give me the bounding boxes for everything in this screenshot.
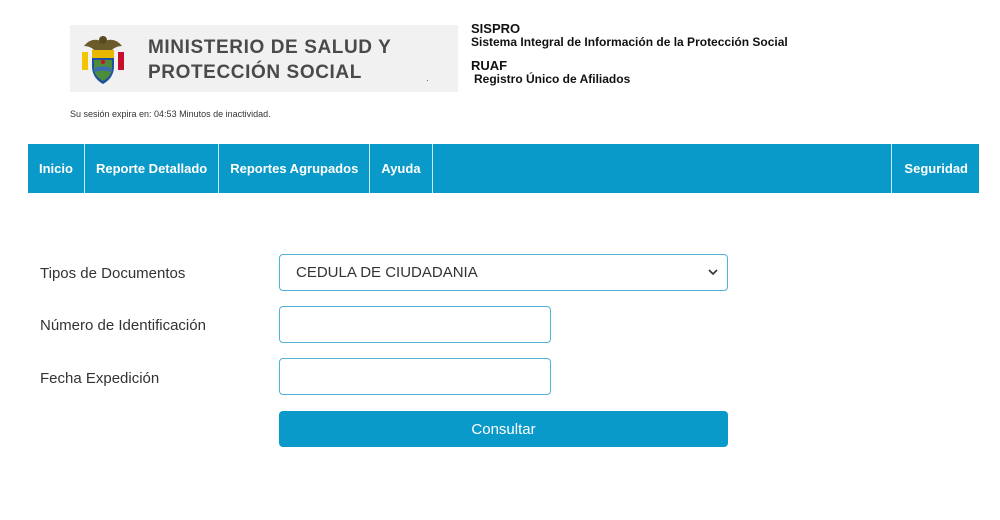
id-number-label: Número de Identificación [40, 317, 206, 334]
nav-item-reportes-agrupados[interactable]: Reportes Agrupados [219, 144, 371, 193]
ruaf-title: RUAF [471, 58, 508, 73]
id-number-input[interactable] [279, 306, 551, 343]
coat-of-arms-icon [82, 36, 124, 84]
expedition-date-input[interactable] [279, 358, 551, 395]
ministry-name-line1: MINISTERIO DE SALUD Y [148, 37, 392, 58]
ministry-name-line2: PROTECCIÓN SOCIAL [148, 62, 362, 83]
main-navbar: Inicio Reporte Detallado Reportes Agrupa… [28, 144, 979, 193]
logo-mark: . [426, 73, 429, 84]
consultar-button[interactable]: Consultar [279, 411, 728, 447]
doc-type-selected-value: CEDULA DE CIUDADANIA [296, 264, 478, 281]
sispro-description: Sistema Integral de Información de la Pr… [471, 35, 788, 49]
nav-item-ayuda[interactable]: Ayuda [370, 144, 433, 193]
nav-item-inicio[interactable]: Inicio [28, 144, 85, 193]
sispro-title: SISPRO [471, 21, 521, 36]
ruaf-description: Registro Único de Afiliados [474, 72, 631, 86]
session-expiry-notice: Su sesión expira en: 04:53 Minutos de in… [70, 109, 271, 119]
doc-type-select[interactable]: CEDULA DE CIUDADANIA [279, 254, 728, 291]
expedition-date-label: Fecha Expedición [40, 370, 160, 387]
nav-item-reporte-detallado[interactable]: Reporte Detallado [85, 144, 220, 193]
doc-type-label: Tipos de Documentos [40, 265, 186, 282]
chevron-down-icon [708, 269, 718, 276]
nav-item-seguridad[interactable]: Seguridad [892, 144, 979, 193]
ministry-logo: MINISTERIO DE SALUD Y PROTECCIÓN SOCIAL … [70, 25, 458, 92]
nav-spacer [433, 144, 893, 193]
